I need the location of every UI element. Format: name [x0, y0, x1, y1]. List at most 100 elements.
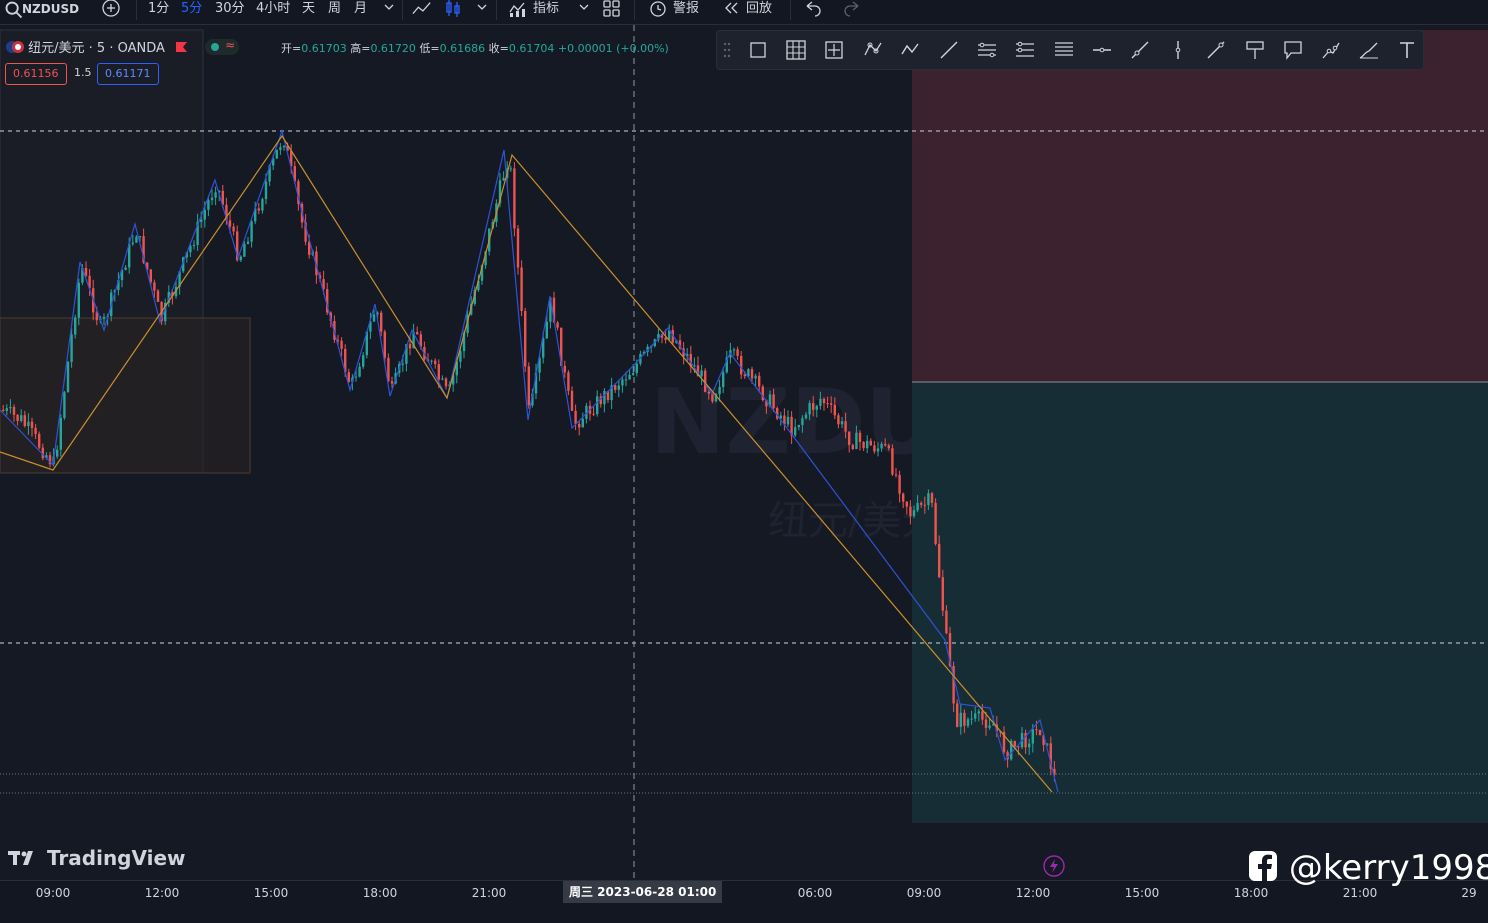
lightning-icon[interactable] [1043, 855, 1065, 877]
candle-body [214, 192, 217, 198]
rewind-icon[interactable] [722, 0, 742, 20]
candle-body [30, 421, 34, 428]
candle-body [826, 403, 829, 405]
zigzag-icon[interactable] [900, 39, 922, 61]
brush-icon[interactable] [1358, 39, 1380, 61]
chevron-down-icon[interactable] [575, 0, 595, 20]
candle-body [527, 366, 530, 406]
candle-body [131, 242, 134, 244]
candle-body [833, 404, 836, 416]
chevron-down-icon[interactable] [380, 0, 400, 20]
symbol-search[interactable]: NZDUSD [22, 0, 79, 22]
candle-body [437, 364, 440, 380]
candle-body [84, 268, 88, 276]
candle-body [430, 360, 433, 362]
candle-body [830, 403, 833, 405]
crosshair-time-label: 周三 2023-06-28 01:00 [563, 881, 723, 903]
add-symbol-icon[interactable] [101, 0, 121, 20]
indicators-icon[interactable] [508, 0, 528, 20]
regression-icon[interactable] [1014, 39, 1036, 61]
candle-body [880, 443, 883, 449]
candle-body [707, 391, 710, 394]
market-open-dot-icon [211, 43, 220, 51]
candle-body [16, 414, 19, 422]
candle-body [930, 493, 934, 503]
fib-lines-icon[interactable] [1053, 39, 1075, 61]
candle-body [2, 410, 5, 411]
interval-month[interactable]: 月 [354, 0, 367, 22]
candle-body [920, 503, 923, 505]
candle-body [66, 361, 70, 393]
candle-body [812, 403, 815, 410]
candle-body [340, 340, 343, 349]
rectangle-select-icon[interactable] [747, 39, 769, 61]
candle-body [956, 703, 959, 727]
replay-button[interactable]: 回放 [746, 0, 772, 22]
candle-body [362, 355, 365, 367]
candle-body [257, 208, 260, 211]
trend-line-icon[interactable] [938, 39, 960, 61]
candle-body [851, 444, 854, 450]
vertical-line-icon[interactable] [1167, 39, 1189, 61]
candle-body [596, 396, 599, 415]
path-icon[interactable] [1320, 39, 1342, 61]
candle-body [840, 421, 844, 425]
symbol-legend[interactable]: 纽元/美元 · 5 · OANDA ≈ [6, 37, 240, 56]
interval-30m[interactable]: 30分 [215, 0, 245, 22]
candle-body [848, 431, 851, 445]
candle-body [772, 394, 775, 409]
alarm-clock-icon[interactable] [648, 0, 668, 20]
interval-week[interactable]: 周 [328, 0, 341, 22]
ray-icon[interactable] [1129, 39, 1151, 61]
interval-1m[interactable]: 1分 [148, 0, 169, 22]
candle-body [866, 440, 869, 449]
alert-button[interactable]: 警报 [673, 0, 699, 22]
undo-icon[interactable] [803, 0, 823, 20]
legend-title: 纽元/美元 · 5 · OANDA [28, 41, 165, 56]
market-status[interactable]: ≈ [205, 38, 240, 55]
interval-day[interactable]: 天 [302, 0, 315, 22]
arrow-icon[interactable] [1205, 39, 1227, 61]
layout-grid-icon[interactable] [602, 0, 622, 20]
approx-icon: ≈ [225, 38, 236, 52]
candle-body [758, 375, 761, 387]
candle-body [974, 713, 977, 719]
pattern-icon[interactable] [862, 39, 884, 61]
candle-body [916, 503, 919, 511]
interval-5m[interactable]: 5分 [181, 0, 202, 22]
candle-body [927, 493, 930, 506]
time-tick: 18:00 [362, 886, 398, 900]
horizontal-line-icon[interactable] [1091, 39, 1113, 61]
time-tick: 15:00 [253, 886, 289, 900]
chart-canvas[interactable] [0, 25, 1488, 880]
candle-body [902, 493, 905, 502]
search-icon[interactable] [4, 0, 24, 20]
candle-body [441, 378, 444, 380]
line-chart-icon[interactable] [412, 0, 432, 20]
candles-chart-icon[interactable] [444, 0, 464, 20]
grid-icon[interactable] [785, 39, 807, 61]
candle-body [754, 375, 757, 379]
flag-pair-icon [6, 41, 24, 53]
candle-body [794, 427, 797, 436]
drag-handle-icon[interactable] [723, 42, 731, 58]
candle-body [23, 415, 26, 426]
parallel-channel-icon[interactable] [976, 39, 998, 61]
time-tick: 09:00 [906, 886, 942, 900]
candle-body [520, 267, 523, 311]
candle-body [736, 349, 739, 356]
sell-price-button[interactable]: 0.61156 [5, 63, 67, 85]
indicators-button[interactable]: 指标 [533, 0, 559, 22]
candle-body [246, 241, 250, 244]
tradingview-logo[interactable]: TradingView [8, 846, 186, 870]
text-icon[interactable] [1396, 39, 1418, 61]
interval-4h[interactable]: 4小时 [256, 0, 290, 22]
redo-icon[interactable] [842, 0, 862, 20]
candle-body [282, 145, 286, 148]
chevron-down-icon[interactable] [473, 0, 493, 20]
signpost-icon[interactable] [1244, 39, 1266, 61]
time-tick: 12:00 [144, 886, 180, 900]
crosshair-box-icon[interactable] [823, 39, 845, 61]
callout-icon[interactable] [1282, 39, 1304, 61]
buy-price-button[interactable]: 0.61171 [97, 63, 159, 85]
